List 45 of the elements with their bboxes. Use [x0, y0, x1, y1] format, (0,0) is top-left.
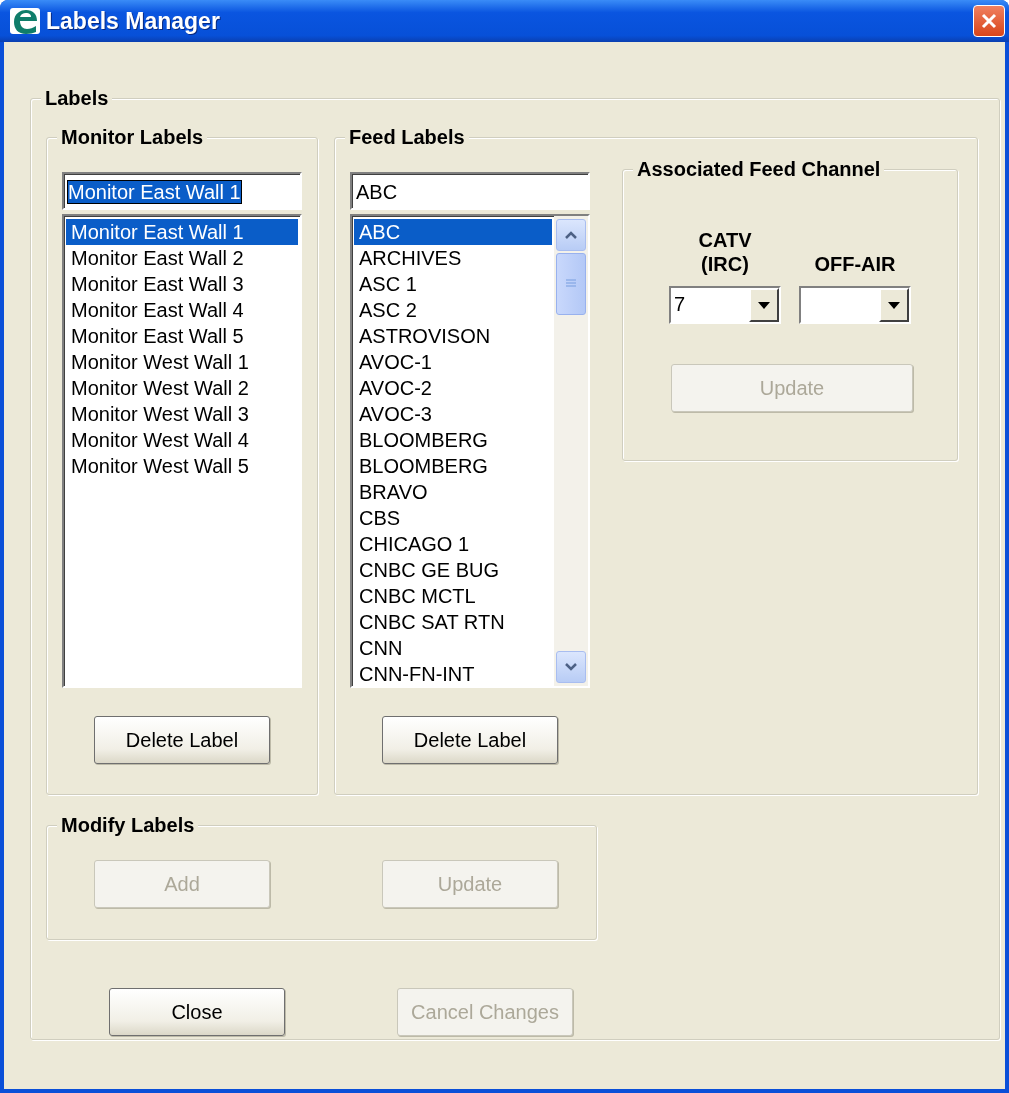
list-item[interactable]: Monitor West Wall 4 — [66, 427, 298, 453]
list-item[interactable]: CBS — [354, 505, 552, 531]
list-item[interactable]: ABC — [354, 219, 552, 245]
list-item[interactable]: ASC 2 — [354, 297, 552, 323]
scroll-up-icon[interactable] — [556, 219, 586, 251]
list-item[interactable]: BLOOMBERG — [354, 453, 552, 479]
label-input-field[interactable]: Monitor East Wall 1 — [62, 172, 302, 210]
action-button[interactable]: Delete Label — [382, 716, 558, 764]
list-item[interactable]: Monitor West Wall 1 — [66, 349, 298, 375]
list-item[interactable]: CNBC GE BUG — [354, 557, 552, 583]
list-item[interactable]: CNN-FN-INT — [354, 661, 552, 686]
label-input-field[interactable]: ABC — [350, 172, 590, 210]
scroll-thumb[interactable] — [556, 253, 586, 315]
scroll-down-icon[interactable] — [556, 651, 586, 683]
list-item[interactable]: CNBC SAT RTN — [354, 609, 552, 635]
window-title: Labels Manager — [46, 7, 221, 35]
list-item[interactable]: Monitor East Wall 4 — [66, 297, 298, 323]
list-item[interactable]: ASTROVISON — [354, 323, 552, 349]
list-item[interactable]: Monitor East Wall 1 — [66, 219, 298, 245]
list-item[interactable]: Monitor West Wall 5 — [66, 453, 298, 479]
close-button[interactable] — [973, 5, 1005, 37]
list-item[interactable]: Monitor East Wall 3 — [66, 271, 298, 297]
close-icon[interactable] — [981, 13, 997, 29]
list-item[interactable]: Monitor East Wall 5 — [66, 323, 298, 349]
channel-dropdown[interactable] — [799, 286, 911, 324]
list-item[interactable]: ARCHIVES — [354, 245, 552, 271]
list-item[interactable]: AVOC-1 — [354, 349, 552, 375]
list-item[interactable]: BRAVO — [354, 479, 552, 505]
list-item[interactable]: Monitor East Wall 2 — [66, 245, 298, 271]
list-item[interactable]: BLOOMBERG — [354, 427, 552, 453]
channel-dropdown[interactable]: 7 — [669, 286, 781, 324]
list-item[interactable]: CNN — [354, 635, 552, 661]
app-logo-icon — [10, 6, 40, 36]
column-label: CATV (IRC) — [697, 228, 753, 276]
list-item[interactable]: AVOC-3 — [354, 401, 552, 427]
list-item[interactable]: ASC 1 — [354, 271, 552, 297]
action-button[interactable]: Close — [109, 988, 285, 1036]
list-item[interactable]: Monitor West Wall 2 — [66, 375, 298, 401]
action-button[interactable]: Delete Label — [94, 716, 270, 764]
list-item[interactable]: Monitor West Wall 3 — [66, 401, 298, 427]
list-item[interactable]: CNBC MCTL — [354, 583, 552, 609]
column-label: OFF-AIR — [814, 252, 896, 276]
list-item[interactable]: CHICAGO 1 — [354, 531, 552, 557]
vertical-scrollbar[interactable] — [554, 216, 588, 686]
list-item[interactable]: AVOC-2 — [354, 375, 552, 401]
